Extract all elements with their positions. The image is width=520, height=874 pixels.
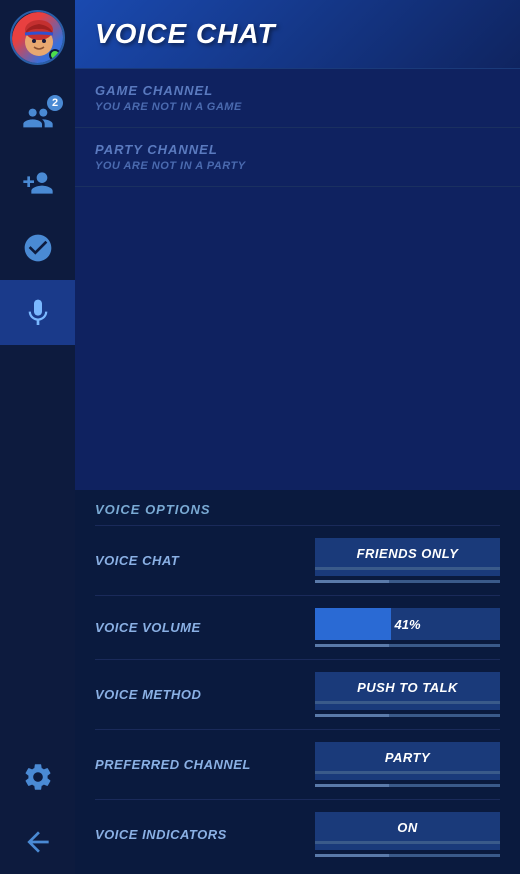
channels-area: GAME CHANNEL YOU ARE NOT IN A GAME PARTY…	[75, 69, 520, 490]
sidebar-item-voice[interactable]	[0, 280, 75, 345]
voice-volume-label: VOICE VOLUME	[95, 620, 201, 635]
sidebar-item-settings[interactable]	[0, 744, 75, 809]
sidebar-item-back[interactable]	[0, 809, 75, 874]
avatar[interactable]	[10, 10, 65, 65]
voice-indicators-control[interactable]: ON	[315, 812, 500, 857]
voice-options-title: VOICE OPTIONS	[95, 502, 500, 517]
voice-method-row: VOICE METHOD PUSH TO TALK	[95, 659, 500, 729]
voice-indicators-label: VOICE INDICATORS	[95, 827, 227, 842]
voice-method-control[interactable]: PUSH TO TALK	[315, 672, 500, 717]
party-channel-status: YOU ARE NOT IN A PARTY	[95, 160, 500, 172]
voice-chat-label: VOICE CHAT	[95, 553, 179, 568]
game-channel-name: GAME CHANNEL	[95, 83, 500, 98]
voice-options-panel: VOICE OPTIONS VOICE CHAT FRIENDS ONLY VO…	[75, 490, 520, 874]
voice-indicators-row: VOICE INDICATORS ON	[95, 799, 500, 869]
party-channel-name: PARTY CHANNEL	[95, 142, 500, 157]
preferred-channel-label: PREFERRED CHANNEL	[95, 757, 251, 772]
back-icon	[22, 826, 54, 858]
voice-chat-underline	[315, 580, 500, 583]
voice-chat-toggle[interactable]: FRIENDS ONLY	[315, 538, 500, 576]
voice-volume-control[interactable]: 41%	[315, 608, 500, 647]
voice-method-underline	[315, 714, 500, 717]
volume-value: 41%	[315, 617, 500, 632]
volume-underline	[315, 644, 500, 647]
preferred-channel-underline	[315, 784, 500, 787]
main-content: VOICE CHAT GAME CHANNEL YOU ARE NOT IN A…	[75, 0, 520, 874]
voice-method-label: VOICE METHOD	[95, 687, 201, 702]
sidebar-item-friends[interactable]: 2	[0, 85, 75, 150]
add-friend-icon	[22, 167, 54, 199]
social-icon	[22, 232, 54, 264]
online-indicator	[49, 49, 61, 61]
game-channel-row: GAME CHANNEL YOU ARE NOT IN A GAME	[75, 69, 520, 128]
voice-indicators-underline	[315, 854, 500, 857]
preferred-channel-control[interactable]: PARTY	[315, 742, 500, 787]
voice-indicators-toggle[interactable]: ON	[315, 812, 500, 850]
sidebar: 2	[0, 0, 75, 874]
sidebar-item-social[interactable]	[0, 215, 75, 280]
voice-chat-row: VOICE CHAT FRIENDS ONLY	[95, 525, 500, 595]
page-title: VOICE CHAT	[95, 18, 500, 50]
volume-bar-bg: 41%	[315, 608, 500, 640]
voice-method-toggle[interactable]: PUSH TO TALK	[315, 672, 500, 710]
volume-slider[interactable]: 41%	[315, 608, 500, 647]
party-channel-row: PARTY CHANNEL YOU ARE NOT IN A PARTY	[75, 128, 520, 187]
preferred-channel-row: PREFERRED CHANNEL PARTY	[95, 729, 500, 799]
page-header: VOICE CHAT	[75, 0, 520, 69]
voice-chat-control[interactable]: FRIENDS ONLY	[315, 538, 500, 583]
voice-icon	[22, 297, 54, 329]
sidebar-item-add-friend[interactable]	[0, 150, 75, 215]
game-channel-status: YOU ARE NOT IN A GAME	[95, 101, 500, 113]
voice-volume-row: VOICE VOLUME 41%	[95, 595, 500, 659]
friends-badge: 2	[47, 95, 63, 111]
settings-icon	[22, 761, 54, 793]
preferred-channel-toggle[interactable]: PARTY	[315, 742, 500, 780]
